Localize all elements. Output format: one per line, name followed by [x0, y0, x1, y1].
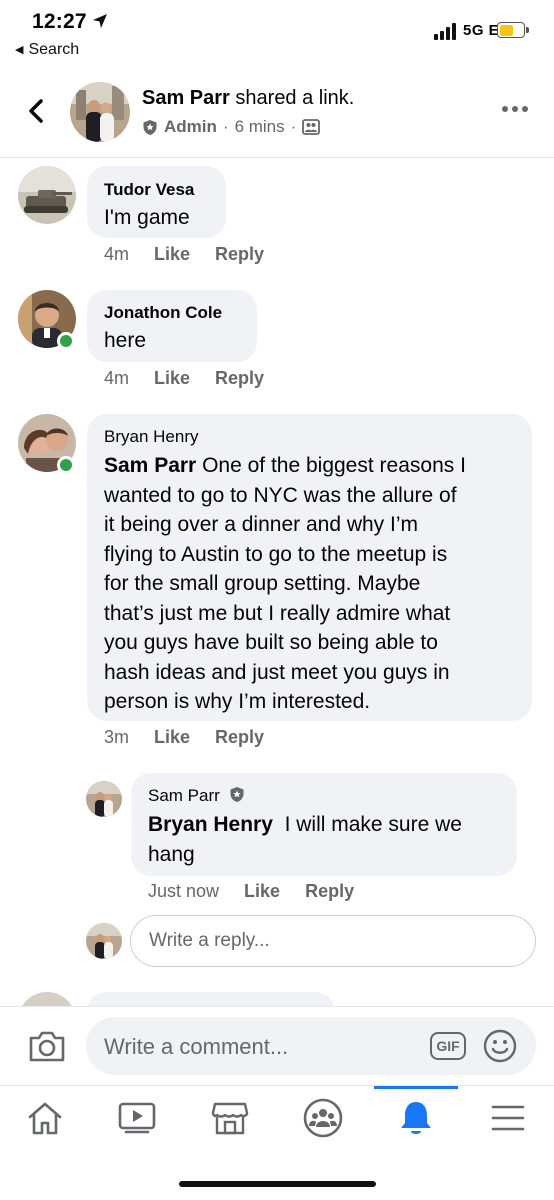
comment-actions: 4m Like Reply [104, 244, 264, 265]
admin-shield-icon [230, 787, 244, 802]
current-user-avatar [86, 923, 122, 959]
comment-line: person is why I’m interested. [104, 690, 371, 713]
post-time: 6 mins [234, 117, 285, 136]
reply-text: Bryan Henry I will make sure we hang [148, 810, 462, 869]
comment-line: flying to Austin to go to the meetup is [104, 542, 448, 566]
back-triangle-icon: ◀ [15, 44, 24, 56]
group-privacy-icon [302, 119, 321, 135]
reply-button[interactable]: Reply [215, 727, 264, 748]
back-to-search-link[interactable]: ◀ Search [15, 41, 79, 59]
comment-text: here [104, 329, 147, 352]
comment-author[interactable]: Tudor Vesa [104, 180, 194, 200]
comment-time: 3m [104, 727, 130, 747]
like-button[interactable]: Like [154, 244, 190, 265]
comment-line: for the small group setting. Maybe [104, 572, 421, 595]
like-button[interactable]: Like [154, 368, 190, 389]
reply-line-text: I will make sure we [284, 813, 462, 836]
tab-home[interactable] [15, 1096, 75, 1140]
more-options-icon[interactable] [502, 106, 528, 112]
commenter-avatar[interactable] [18, 166, 76, 224]
camera-icon[interactable] [28, 1029, 66, 1063]
post-title: Sam Parr shared a link. [142, 87, 354, 110]
status-time: 12:27 [32, 10, 87, 33]
home-icon [28, 1102, 62, 1135]
reply-time: Just now [148, 881, 220, 901]
comment-line: hash ideas and just meet you guys in [104, 660, 450, 684]
meta-separator: · [222, 117, 229, 136]
menu-icon [491, 1105, 525, 1131]
comment-line: Sam Parr One of the biggest reasons I [104, 451, 528, 481]
home-indicator [179, 1181, 376, 1187]
back-app-label: Search [28, 41, 80, 58]
marketplace-icon [211, 1102, 249, 1135]
reply-author[interactable]: Sam Parr [148, 786, 245, 806]
tab-groups[interactable] [293, 1096, 353, 1140]
signal-icon [434, 22, 460, 40]
location-arrow-icon [93, 14, 107, 28]
comment-time: 4m [104, 244, 130, 264]
comment-input[interactable]: Write a comment... GIF [86, 1017, 536, 1075]
comment-actions: 4m Like Reply [104, 368, 264, 389]
comment-line: you guys have built so being able to [104, 631, 438, 654]
admin-shield-icon [143, 119, 157, 135]
comment-line: it being over a dinner and why I’m [104, 513, 419, 536]
comment-input-placeholder: Write a comment... [104, 1034, 289, 1059]
comment-text: Sam Parr One of the biggest reasons I wa… [104, 451, 528, 717]
reply-actions: Just now Like Reply [148, 881, 354, 902]
comment-composer: Write a comment... GIF [0, 1006, 554, 1086]
post-header: Sam Parr shared a link. Admin · 6 mins · [0, 66, 554, 158]
reply-button[interactable]: Reply [305, 881, 354, 902]
comment-author[interactable]: Jonathon Cole [104, 303, 222, 323]
post-meta: Admin · 6 mins · [142, 117, 321, 137]
comment-text: I'm game [104, 206, 190, 229]
comment-line: wanted to go to NYC was the allure of [104, 483, 457, 507]
comment-author[interactable]: Bryan Henry [104, 427, 198, 447]
online-status-indicator [57, 456, 75, 474]
tab-marketplace[interactable] [200, 1096, 260, 1140]
mention-tag[interactable]: Sam Parr [104, 454, 196, 477]
battery-icon [497, 22, 529, 38]
reply-button[interactable]: Reply [215, 244, 264, 265]
notifications-icon [401, 1102, 431, 1134]
reply-author-name[interactable]: Sam Parr [148, 786, 220, 805]
comment-actions: 3m Like Reply [104, 727, 264, 748]
status-bar: 12:27 ◀ Search 5G E [0, 0, 554, 66]
post-author-name[interactable]: Sam Parr [142, 87, 230, 109]
reply-input[interactable]: Write a reply... [130, 915, 536, 967]
like-button[interactable]: Like [154, 727, 190, 748]
reply-button[interactable]: Reply [215, 368, 264, 389]
tab-notifications[interactable] [386, 1096, 446, 1140]
back-chevron-icon[interactable] [20, 94, 54, 128]
groups-icon [303, 1098, 343, 1138]
comment-line: that’s just me but I really admire what [104, 601, 451, 625]
comment-time: 4m [104, 368, 130, 388]
reply-line: Bryan Henry I will make sure we [148, 810, 462, 840]
meta-separator: · [290, 117, 297, 136]
network-label: 5G E [463, 22, 500, 39]
active-tab-indicator [374, 1086, 458, 1089]
post-action: shared a link. [235, 87, 355, 109]
emoji-icon[interactable] [483, 1029, 517, 1063]
reply-author-avatar[interactable] [86, 781, 122, 817]
reply-line: hang [148, 842, 195, 866]
admin-label: Admin [164, 117, 217, 136]
gif-button[interactable]: GIF [430, 1032, 466, 1060]
tab-watch[interactable] [107, 1096, 167, 1140]
mention-tag[interactable]: Bryan Henry [148, 813, 273, 836]
tab-menu[interactable] [478, 1096, 538, 1140]
comment-line-text: One of the biggest reasons I [202, 454, 466, 477]
author-avatar[interactable] [70, 82, 130, 142]
like-button[interactable]: Like [244, 881, 280, 902]
watch-icon [118, 1102, 156, 1134]
bottom-tab-bar [0, 1086, 554, 1200]
online-status-indicator [57, 332, 75, 350]
